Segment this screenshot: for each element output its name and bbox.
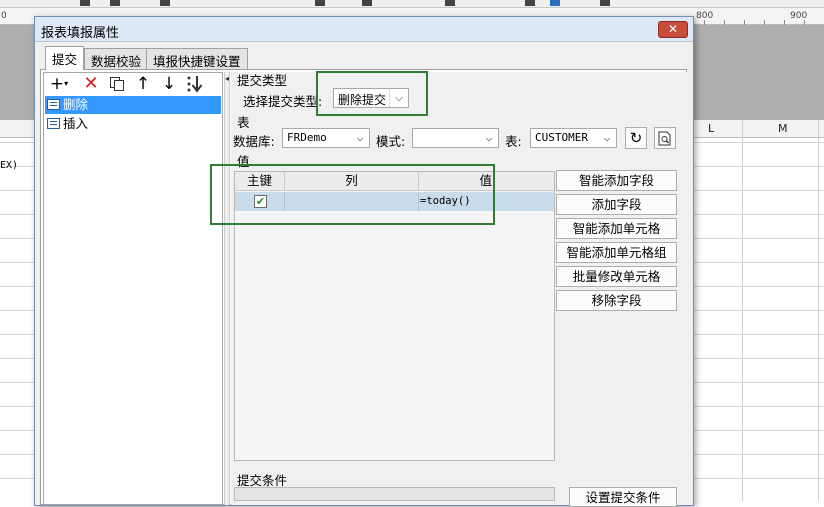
preview-table-button[interactable] (654, 127, 676, 149)
field-table (234, 171, 555, 461)
database-value: FRDemo (287, 131, 327, 144)
copy-icon[interactable] (106, 73, 128, 95)
column-header[interactable]: L (708, 122, 714, 135)
remove-field-button[interactable]: 移除字段 (556, 290, 677, 311)
column-header-column[interactable]: 列 (285, 172, 419, 191)
add-icon[interactable]: +▾ (48, 73, 70, 95)
list-item-insert[interactable]: 插入 (45, 115, 221, 133)
toolbar-icon[interactable] (315, 0, 325, 6)
toolbar-icon[interactable] (600, 0, 610, 6)
column-header-key[interactable]: 主键 (235, 172, 285, 191)
chevron-down-icon: ⌵ (389, 89, 408, 107)
schema-select[interactable]: ⌵ (412, 128, 499, 148)
search-icon (658, 131, 671, 146)
toolbar-icon[interactable] (525, 0, 535, 6)
submit-type-value: 删除提交 (338, 93, 387, 107)
app-toolbar (0, 0, 824, 8)
submit-type-label: 选择提交类型: (243, 94, 323, 109)
toolbar-icon[interactable] (160, 0, 170, 6)
primary-key-checkbox[interactable]: ✔ (254, 195, 267, 208)
sort-icon[interactable] (184, 73, 206, 95)
schema-label: 模式: (376, 134, 406, 149)
table-value: CUSTOMER (535, 131, 588, 144)
column-header[interactable]: M (778, 122, 788, 135)
list-item-label: 插入 (63, 116, 89, 131)
chevron-down-icon: ⌵ (603, 131, 611, 144)
toolbar-icon[interactable] (550, 0, 560, 6)
tab-data-validation[interactable]: 数据校验 (84, 48, 149, 69)
column-header-value[interactable]: 值 (419, 172, 554, 191)
condition-field[interactable] (234, 487, 555, 501)
close-button[interactable]: ✕ (658, 21, 688, 38)
delete-icon[interactable]: ✕ (80, 73, 102, 95)
chevron-down-icon: ⌵ (485, 131, 493, 144)
dialog-titlebar[interactable] (35, 17, 693, 42)
move-down-icon[interactable]: ↓ (158, 73, 180, 95)
set-condition-button[interactable]: 设置提交条件 (569, 487, 677, 507)
toolbar-icon[interactable] (445, 0, 455, 6)
toolbar-icon[interactable] (362, 0, 372, 6)
smart-add-cell-button[interactable]: 智能添加单元格 (556, 218, 677, 239)
refresh-button[interactable]: ↻ (625, 127, 647, 149)
toolbar-icon[interactable] (80, 0, 90, 6)
table-row[interactable] (235, 192, 554, 211)
add-field-button[interactable]: 添加字段 (556, 194, 677, 215)
database-select[interactable]: FRDemo ⌵ (282, 128, 370, 148)
smart-add-field-button[interactable]: 智能添加字段 (556, 170, 677, 191)
refresh-icon: ↻ (629, 129, 643, 147)
sheet-cell[interactable]: EX) (0, 156, 36, 176)
list-item-label: 删除 (63, 97, 89, 112)
tab-submit[interactable]: 提交 (45, 46, 85, 70)
move-up-icon[interactable]: ↑ (132, 73, 154, 95)
batch-modify-cells-button[interactable]: 批量修改单元格 (556, 266, 677, 287)
table-icon (47, 118, 60, 129)
list-item-delete[interactable]: 删除 (45, 96, 221, 114)
dialog-title: 报表填报属性 (41, 26, 120, 41)
section-submit-type: 提交类型 (237, 73, 288, 88)
collapse-arrow-icon[interactable]: ◂ (225, 74, 229, 83)
panel-splitter[interactable] (224, 72, 230, 505)
table-label: 表: (505, 134, 522, 149)
table-icon (47, 99, 60, 110)
tab-shortcut-settings[interactable]: 填报快捷键设置 (146, 48, 248, 69)
toolbar-icon[interactable] (110, 0, 120, 6)
field-value-cell[interactable]: =today() (420, 195, 471, 207)
section-table: 表 (237, 115, 250, 130)
smart-add-cell-group-button[interactable]: 智能添加单元格组 (556, 242, 677, 263)
chevron-down-icon: ⌵ (356, 131, 364, 144)
submit-list-panel (43, 72, 223, 505)
table-select[interactable]: CUSTOMER ⌵ (530, 128, 617, 148)
ruler-label: 0 (1, 11, 7, 21)
submit-type-select[interactable]: 删除提交 ⌵ (333, 88, 409, 108)
list-toolbar: +▾ ✕ ↑ ↓ (44, 73, 222, 95)
database-label: 数据库: (233, 134, 275, 149)
section-value: 值 (237, 154, 250, 169)
